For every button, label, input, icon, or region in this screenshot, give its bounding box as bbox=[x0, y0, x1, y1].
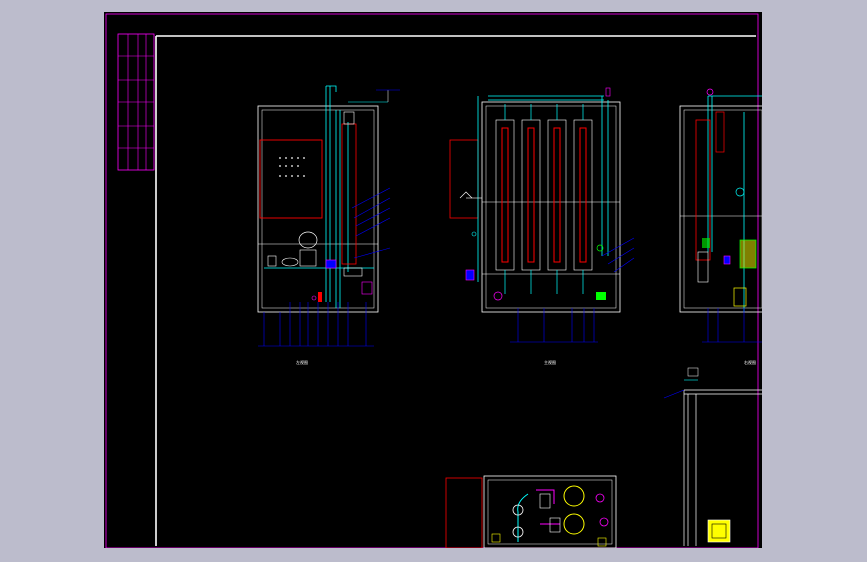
membrane-tube-array bbox=[495, 104, 593, 294]
control-panel bbox=[259, 139, 323, 219]
motor-icon bbox=[739, 239, 757, 269]
pipe-detail-view bbox=[663, 367, 762, 546]
frame-skid bbox=[481, 101, 621, 313]
valve-icon bbox=[465, 269, 475, 281]
pump-icon bbox=[563, 513, 585, 535]
sheet-revision-grid bbox=[118, 34, 154, 170]
cad-drawing: 左视图 主视图 右视图 bbox=[105, 13, 762, 548]
cad-viewport[interactable]: 左视图 主视图 右视图 bbox=[104, 12, 762, 548]
pump-icon bbox=[298, 231, 318, 249]
right-elevation-view: 右视图 bbox=[679, 88, 762, 365]
left-elevation-view: 左视图 bbox=[257, 85, 400, 365]
plan-view bbox=[445, 475, 617, 548]
gauge-icon bbox=[706, 88, 714, 96]
valve-icon bbox=[702, 238, 710, 248]
right-view-caption: 右视图 bbox=[744, 359, 756, 365]
valve-icon bbox=[325, 259, 337, 269]
pump-icon bbox=[563, 485, 585, 507]
gauge-icon bbox=[493, 291, 503, 301]
front-panel bbox=[449, 139, 479, 219]
sheet-outer-frame bbox=[105, 13, 759, 548]
right-cabinet-frame bbox=[679, 105, 762, 313]
left-view-caption: 左视图 bbox=[296, 359, 308, 365]
cabinet-frame bbox=[257, 105, 379, 313]
front-view-caption: 主视图 bbox=[544, 359, 556, 365]
motor-icon bbox=[707, 519, 731, 543]
drawing-border bbox=[155, 35, 756, 546]
front-elevation-view: 主视图 bbox=[449, 87, 635, 365]
